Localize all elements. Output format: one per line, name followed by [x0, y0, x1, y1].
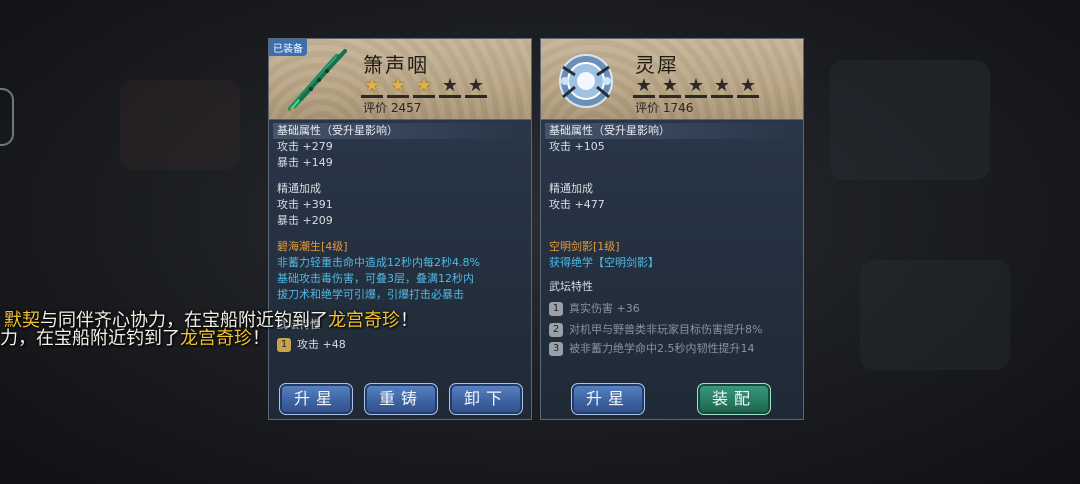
item-header: 已装备 箫声咽 ★ ★ ★ ★ ★ 评价 2457	[269, 39, 531, 120]
star-icon: ★	[465, 77, 487, 98]
trait-number: 2	[549, 323, 563, 337]
skill-title: 碧海潮生[4级]	[277, 240, 348, 253]
item-name: 灵犀	[635, 53, 679, 77]
upgrade-star-button[interactable]: 升星	[279, 383, 353, 415]
trait-text: 对机甲与野兽类非玩家目标伤害提升8%	[569, 323, 763, 336]
star-rating: ★ ★ ★ ★ ★	[633, 77, 759, 98]
mastery-title: 精通加成	[277, 182, 321, 195]
star-icon: ★	[413, 77, 435, 98]
chat-text: ！	[400, 310, 418, 331]
chat-text: ！	[252, 328, 270, 349]
stat-line: 攻击 +105	[549, 140, 605, 153]
star-icon: ★	[361, 77, 383, 98]
trait-row: 3 被非蓄力绝学命中2.5秒内韧性提升14	[549, 341, 795, 357]
item-header: 灵犀 ★ ★ ★ ★ ★ 评价 1746	[541, 39, 803, 120]
skill-desc-line: 基础攻击毒伤害，可叠3层，叠满12秒内	[277, 272, 474, 285]
star-rating: ★ ★ ★ ★ ★	[361, 77, 487, 98]
unequip-button[interactable]: 卸下	[449, 383, 523, 415]
item-rating: 评价 1746	[635, 101, 694, 115]
stat-line: 攻击 +391	[277, 198, 333, 211]
trait-row: 1 攻击 +48	[277, 337, 523, 353]
star-icon: ★	[633, 77, 655, 98]
background-shape	[830, 60, 990, 180]
skill-title: 空明剑影[1级]	[549, 240, 620, 253]
background-shape	[860, 260, 1010, 370]
star-icon: ★	[711, 77, 733, 98]
base-attr-title: 基础属性（受升星影响）	[273, 123, 523, 139]
stat-line: 暴击 +149	[277, 156, 333, 169]
star-icon: ★	[659, 77, 681, 98]
trait-number: 1	[277, 338, 291, 352]
chat-text: 力，在宝船附近钓到了	[0, 328, 180, 349]
trait-text: 真实伤害 +36	[569, 302, 640, 315]
star-icon: ★	[387, 77, 409, 98]
chat-keyword: 龙宫奇珍	[180, 328, 252, 349]
trait-number: 3	[549, 342, 563, 356]
equip-button[interactable]: 装配	[697, 383, 771, 415]
star-icon: ★	[737, 77, 759, 98]
stat-line: 暴击 +209	[277, 214, 333, 227]
star-icon: ★	[439, 77, 461, 98]
item-name: 箫声咽	[363, 53, 429, 77]
orb-weapon-icon	[553, 47, 619, 115]
upgrade-star-button[interactable]: 升星	[571, 383, 645, 415]
item-stats: 基础属性（受升星影响） 攻击 +105 精通加成 攻击 +477 空明剑影[1级…	[545, 123, 795, 357]
trait-text: 攻击 +48	[297, 338, 346, 351]
skill-desc-line: 非蓄力轻重击命中造成12秒内每2秒4.8%	[277, 256, 480, 269]
stat-line: 攻击 +279	[277, 140, 333, 153]
hex-frame-icon	[0, 88, 14, 146]
trait-number: 1	[549, 302, 563, 316]
compare-item-panel: 灵犀 ★ ★ ★ ★ ★ 评价 1746 基础属性（受升星影响） 攻击 +105…	[540, 38, 804, 420]
equipped-item-panel: 已装备 箫声咽 ★ ★ ★ ★ ★ 评价 2457 基础属性（受升星影响） 攻击…	[268, 38, 532, 420]
trait-row: 1 真实伤害 +36	[549, 301, 795, 317]
chat-message-line: 力，在宝船附近钓到了龙宫奇珍！	[0, 324, 270, 350]
stat-line: 攻击 +477	[549, 198, 605, 211]
trait-title: 武坛特性	[549, 280, 593, 293]
star-icon: ★	[685, 77, 707, 98]
base-attr-title: 基础属性（受升星影响）	[545, 123, 795, 139]
background-shape	[120, 80, 240, 170]
skill-desc-line: 获得绝学【空明剑影】	[549, 256, 659, 269]
item-rating: 评价 2457	[363, 101, 422, 115]
trait-row: 2 对机甲与野兽类非玩家目标伤害提升8%	[549, 323, 795, 337]
reforge-button[interactable]: 重铸	[364, 383, 438, 415]
mastery-title: 精通加成	[549, 182, 593, 195]
flute-weapon-icon	[281, 47, 347, 115]
skill-desc-line: 拔刀术和绝学可引爆，引爆打击必暴击	[277, 288, 464, 301]
chat-keyword: 龙宫奇珍	[328, 310, 400, 331]
trait-text: 被非蓄力绝学命中2.5秒内韧性提升14	[569, 342, 755, 355]
